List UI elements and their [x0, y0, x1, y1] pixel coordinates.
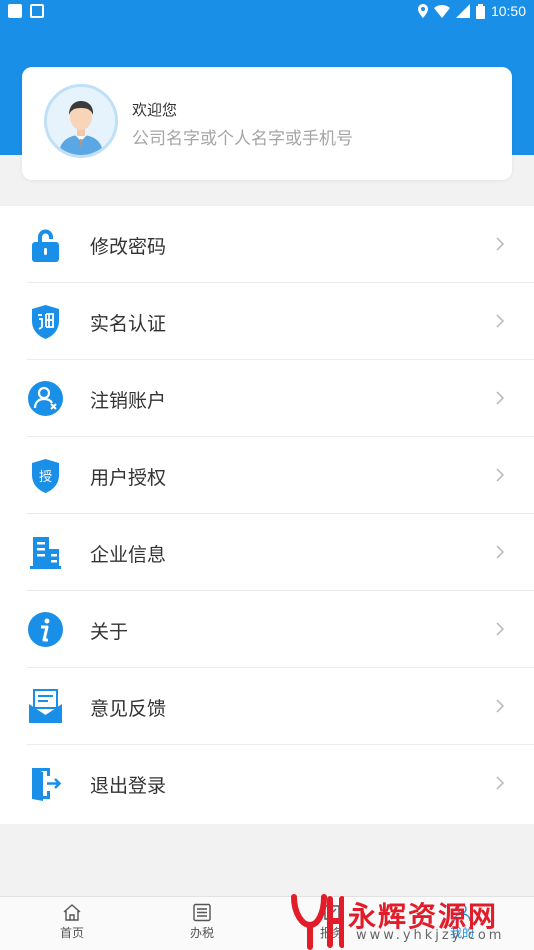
building-icon	[30, 537, 61, 569]
profile-name: 公司名字或个人名字或手机号	[132, 129, 353, 149]
status-time: 10:50	[490, 3, 526, 19]
watermark: 永辉资源网 www.yhkjzy.com	[284, 893, 534, 950]
nav-tab-label: 办税	[189, 926, 214, 940]
logout-door-icon	[32, 768, 62, 801]
menu-item-label: 企业信息	[90, 544, 167, 566]
menu-item-user-authorization[interactable]: 授 用户授权	[0, 437, 534, 514]
user-cancel-icon	[28, 381, 63, 416]
menu-item-label: 注销账户	[90, 390, 167, 412]
menu-item-real-name-verification[interactable]: 实名认证	[0, 283, 534, 360]
location-icon	[417, 4, 428, 18]
certificate-shield-icon	[32, 305, 59, 339]
battery-icon	[475, 3, 485, 19]
nav-tab-label: 首页	[59, 926, 84, 940]
chevron-right-icon	[496, 545, 505, 559]
menu-item-logout[interactable]: 退出登录	[0, 745, 534, 822]
watermark-logo-icon	[291, 894, 344, 950]
lock-icon	[32, 229, 59, 262]
notification-icon	[30, 4, 44, 18]
status-bar: 10:50	[0, 0, 534, 24]
menu-item-label: 意见反馈	[90, 698, 167, 720]
menu-item-cancel-account[interactable]: 注销账户	[0, 360, 534, 437]
list-icon	[193, 903, 211, 922]
nav-tab-tax[interactable]: 办税	[162, 903, 242, 941]
settings-menu: 修改密码 实名认证 注销账户 授 用户授权 企业信息 关于 意见反馈 退出登录	[0, 206, 534, 824]
menu-item-label: 关于	[90, 621, 129, 643]
menu-item-label: 退出登录	[90, 775, 167, 797]
info-icon	[28, 612, 63, 647]
wifi-icon	[433, 4, 450, 18]
menu-item-label: 用户授权	[90, 467, 167, 489]
chevron-right-icon	[496, 237, 505, 251]
watermark-url: www.yhkjzy.com	[356, 928, 505, 943]
svg-text:授: 授	[39, 470, 52, 485]
menu-item-enterprise-info[interactable]: 企业信息	[0, 514, 534, 591]
chevron-right-icon	[496, 391, 505, 405]
notification-icon	[8, 4, 22, 18]
chevron-right-icon	[496, 699, 505, 713]
feedback-mail-icon	[29, 689, 62, 723]
menu-item-label: 修改密码	[90, 236, 167, 258]
avatar[interactable]	[44, 84, 118, 158]
menu-item-label: 实名认证	[90, 313, 167, 335]
menu-item-change-password[interactable]: 修改密码	[0, 206, 534, 283]
menu-item-feedback[interactable]: 意见反馈	[0, 668, 534, 745]
chevron-right-icon	[496, 622, 505, 636]
chevron-right-icon	[496, 314, 505, 328]
nav-tab-home[interactable]: 首页	[32, 903, 112, 941]
profile-card[interactable]: 欢迎您 公司名字或个人名字或手机号	[22, 67, 512, 180]
menu-item-about[interactable]: 关于	[0, 591, 534, 668]
signal-icon	[455, 4, 470, 18]
chevron-right-icon	[496, 776, 505, 790]
chevron-right-icon	[496, 468, 505, 482]
authorize-shield-icon: 授	[32, 459, 59, 493]
welcome-text: 欢迎您	[132, 101, 178, 119]
home-icon	[63, 904, 81, 921]
